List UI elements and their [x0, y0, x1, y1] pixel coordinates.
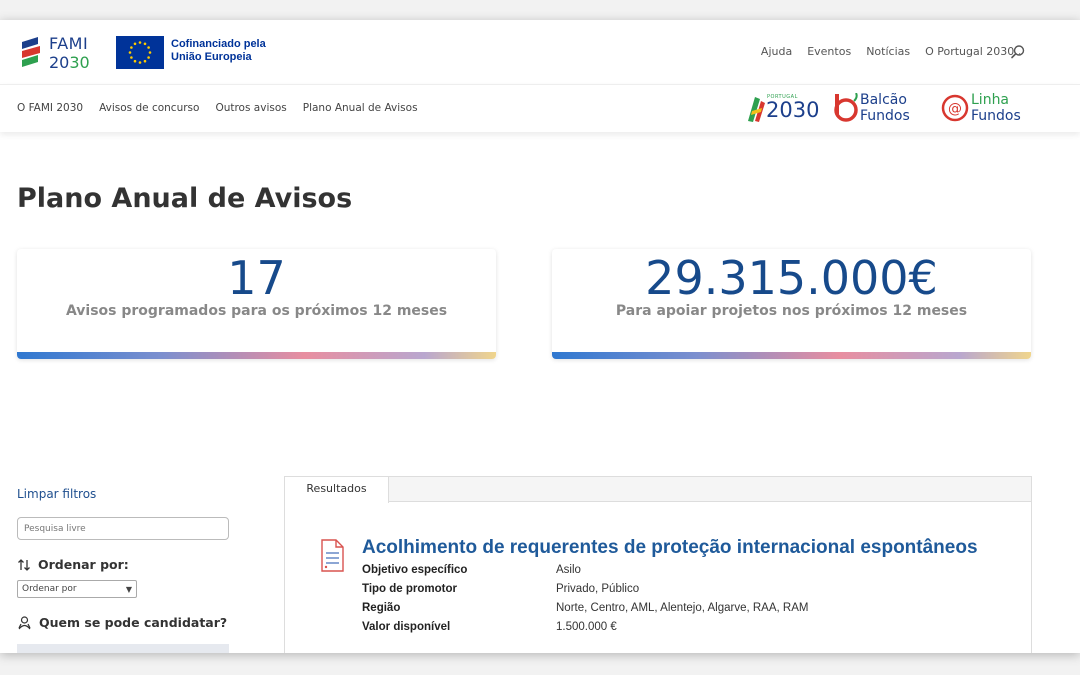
stat-label: Para apoiar projetos nos próximos 12 mes…: [615, 303, 968, 319]
fami-logo-word: FAMI: [49, 34, 89, 53]
result-title-link[interactable]: Acolhimento de requerentes de proteção i…: [362, 537, 978, 559]
sort-select-value: Ordenar por: [22, 584, 77, 594]
portugal-2030-mark-icon: [748, 97, 765, 122]
document-icon: [321, 539, 344, 572]
sub-nav-avisos-concurso[interactable]: Avisos de concurso: [99, 102, 199, 114]
who-can-apply-heading: Quem se pode candidatar?: [17, 615, 227, 630]
stat-label: Avisos programados para os próximos 12 m…: [65, 303, 448, 319]
fami-logo[interactable]: FAMI 2030: [20, 34, 94, 74]
balcao-fundos-logo[interactable]: Balcão Fundos: [832, 91, 927, 127]
stat-card-avisos: 17 Avisos programados para os próximos 1…: [17, 249, 496, 359]
page-title: Plano Anual de Avisos: [17, 183, 353, 214]
sort-heading: Ordenar por:: [17, 557, 129, 572]
fami-logo-year: 2030: [49, 53, 90, 72]
clear-filters-link[interactable]: Limpar filtros: [17, 487, 96, 501]
top-nav: Ajuda Eventos Notícias O Portugal 2030 ⌄: [761, 45, 1024, 58]
fami-logo-mark-icon: [22, 37, 40, 67]
top-nav-noticias[interactable]: Notícias: [866, 45, 910, 58]
header-top: FAMI 2030 Cofinanciado pela União Europe…: [0, 20, 1080, 84]
tab-resultados[interactable]: Resultados: [285, 477, 389, 503]
sort-heading-label: Ordenar por:: [38, 557, 129, 572]
results-panel: Resultados Acolhimento de requerentes de…: [284, 476, 1032, 653]
portugal-2030-logo[interactable]: PORTUGAL 2030: [745, 91, 819, 127]
sub-nav: O FAMI 2030 Avisos de concurso Outros av…: [17, 102, 418, 114]
sort-arrows-icon: [18, 558, 30, 571]
free-search-input[interactable]: [17, 517, 229, 540]
eu-flag-icon: [116, 36, 164, 69]
top-nav-eventos[interactable]: Eventos: [807, 45, 851, 58]
applicant-icon: [18, 616, 31, 630]
search-icon[interactable]: [1010, 44, 1026, 60]
header-subnav: O FAMI 2030 Avisos de concurso Outros av…: [0, 84, 1080, 132]
sub-nav-outros-avisos[interactable]: Outros avisos: [215, 102, 286, 114]
filter-options-box[interactable]: [17, 644, 229, 653]
eu-cofinancing-text: Cofinanciado pela União Europeia: [171, 38, 266, 63]
linha-fundos-logo[interactable]: @ Linha Fundos: [940, 91, 1035, 127]
chevron-down-icon: ▼: [125, 584, 132, 594]
who-can-apply-label: Quem se pode candidatar?: [39, 615, 228, 630]
sub-nav-fami-2030[interactable]: O FAMI 2030: [17, 102, 83, 114]
sort-select[interactable]: Ordenar por ▼: [17, 580, 137, 598]
stat-card-accent-bar: [552, 352, 1031, 359]
linha-fundos-mark-icon: @: [941, 94, 969, 122]
svg-text:@: @: [948, 101, 962, 117]
stat-card-accent-bar: [17, 352, 496, 359]
stat-value: 29.315.000€: [645, 251, 938, 305]
results-tabbar: Resultados: [285, 477, 1031, 503]
browser-page: FAMI 2030 Cofinanciado pela União Europe…: [0, 20, 1080, 653]
stat-value: 17: [227, 251, 286, 305]
sub-nav-plano-anual[interactable]: Plano Anual de Avisos: [303, 102, 418, 114]
balcao-fundos-mark-icon: [834, 93, 858, 122]
stat-card-valor: 29.315.000€ Para apoiar projetos nos pró…: [552, 249, 1031, 359]
top-nav-ajuda[interactable]: Ajuda: [761, 45, 792, 58]
